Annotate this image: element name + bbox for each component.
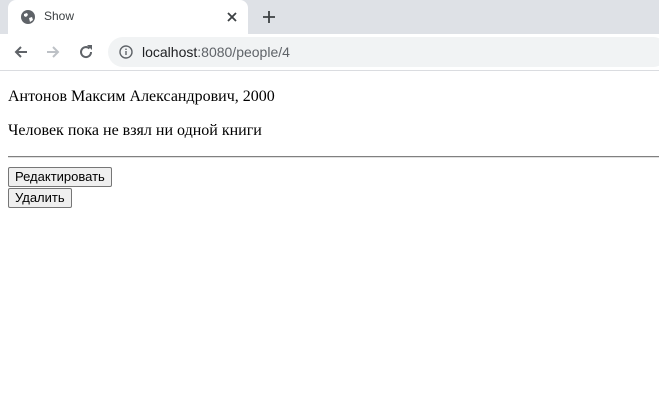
forward-arrow-icon[interactable] (44, 43, 62, 61)
books-status: Человек пока не взял ни одной книги (8, 122, 262, 139)
browser-tab[interactable]: Show (8, 0, 248, 34)
browser-toolbar: localhost:8080/people/4 (0, 34, 659, 71)
delete-button[interactable]: Удалить (8, 188, 72, 208)
page-content: Антонов Максим Александрович, 2000 Челов… (0, 71, 659, 208)
reload-icon[interactable] (77, 43, 95, 61)
url-text[interactable]: localhost:8080/people/4 (142, 44, 290, 60)
edit-button[interactable]: Редактировать (8, 167, 112, 187)
back-arrow-icon[interactable] (12, 43, 30, 61)
info-icon[interactable] (119, 45, 133, 59)
url-path: :8080/people/4 (197, 44, 290, 60)
browser-tabstrip: Show (0, 0, 659, 34)
new-tab-icon[interactable] (261, 9, 277, 25)
globe-icon (21, 10, 35, 24)
person-info: Антонов Максим Александрович, 2000 (8, 88, 275, 105)
close-icon[interactable] (225, 10, 239, 24)
tab-title: Show (44, 9, 75, 23)
divider (8, 156, 659, 158)
url-host: localhost (142, 44, 198, 60)
address-bar[interactable]: localhost:8080/people/4 (108, 37, 659, 67)
